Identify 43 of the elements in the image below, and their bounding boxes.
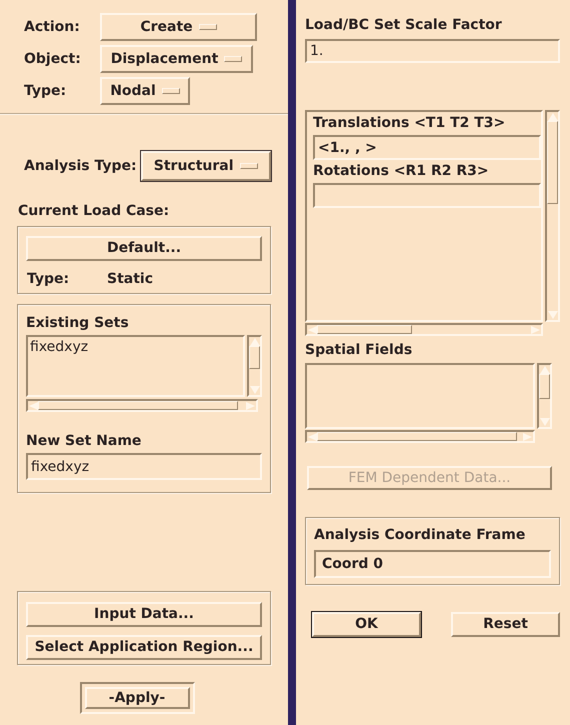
field-label: Action: [24, 18, 81, 36]
section-heading: Existing Sets [26, 314, 130, 333]
text-field[interactable]: <1., , > [313, 135, 541, 160]
horizontal-scrollbar[interactable] [305, 323, 543, 336]
horizontal-scrollbar[interactable] [305, 430, 535, 443]
option-menu[interactable]: Displacement [100, 45, 253, 73]
section-heading: Current Load Case: [17, 202, 170, 221]
option-indicator-icon [198, 24, 217, 30]
section-heading: Analysis Coordinate Frame [314, 526, 526, 545]
option-indicator-icon [240, 163, 258, 169]
field-label: Rotations <R1 R2 R3> [313, 162, 490, 181]
apply-button[interactable]: -Apply- [84, 687, 190, 709]
option-menu[interactable]: Create [100, 13, 257, 41]
field-value: Static [107, 270, 154, 289]
option-indicator-icon [224, 56, 242, 62]
vertical-scrollbar[interactable] [247, 335, 262, 397]
vertical-scrollbar[interactable] [537, 363, 552, 429]
list-box[interactable] [305, 363, 535, 429]
text-field[interactable]: Coord 0 [314, 550, 551, 578]
option-menu[interactable]: Nodal [100, 77, 190, 105]
dialog-button[interactable]: Reset [451, 612, 560, 637]
action-button[interactable]: Select Application Region... [26, 635, 262, 660]
text-field[interactable]: fixedxyz [26, 453, 262, 480]
fem-data-button: FEM Dependent Data... [307, 466, 552, 490]
list-item[interactable]: fixedxyz [30, 337, 241, 358]
field-label: Type: [24, 82, 68, 100]
field-label: Translations <T1 T2 T3> [313, 114, 506, 133]
text-field[interactable] [313, 183, 541, 208]
list-box[interactable]: fixedxyz [26, 335, 245, 397]
dialog-button[interactable]: OK [312, 612, 421, 637]
option-indicator-icon [162, 88, 180, 94]
field-label: Analysis Type: [24, 156, 137, 176]
action-button[interactable]: Input Data... [26, 602, 262, 627]
field-label: New Set Name [26, 432, 142, 451]
section-heading: Spatial Fields [305, 341, 414, 360]
field-label: Object: [24, 50, 82, 68]
field-label: Type: [27, 270, 70, 289]
vertical-scrollbar[interactable] [545, 110, 560, 322]
field-label: Load/BC Set Scale Factor [305, 16, 503, 35]
option-menu[interactable]: Structural [140, 151, 271, 181]
horizontal-scrollbar[interactable] [26, 399, 258, 412]
load-case-button[interactable]: Default... [26, 236, 262, 261]
text-field[interactable]: 1. [305, 39, 560, 63]
